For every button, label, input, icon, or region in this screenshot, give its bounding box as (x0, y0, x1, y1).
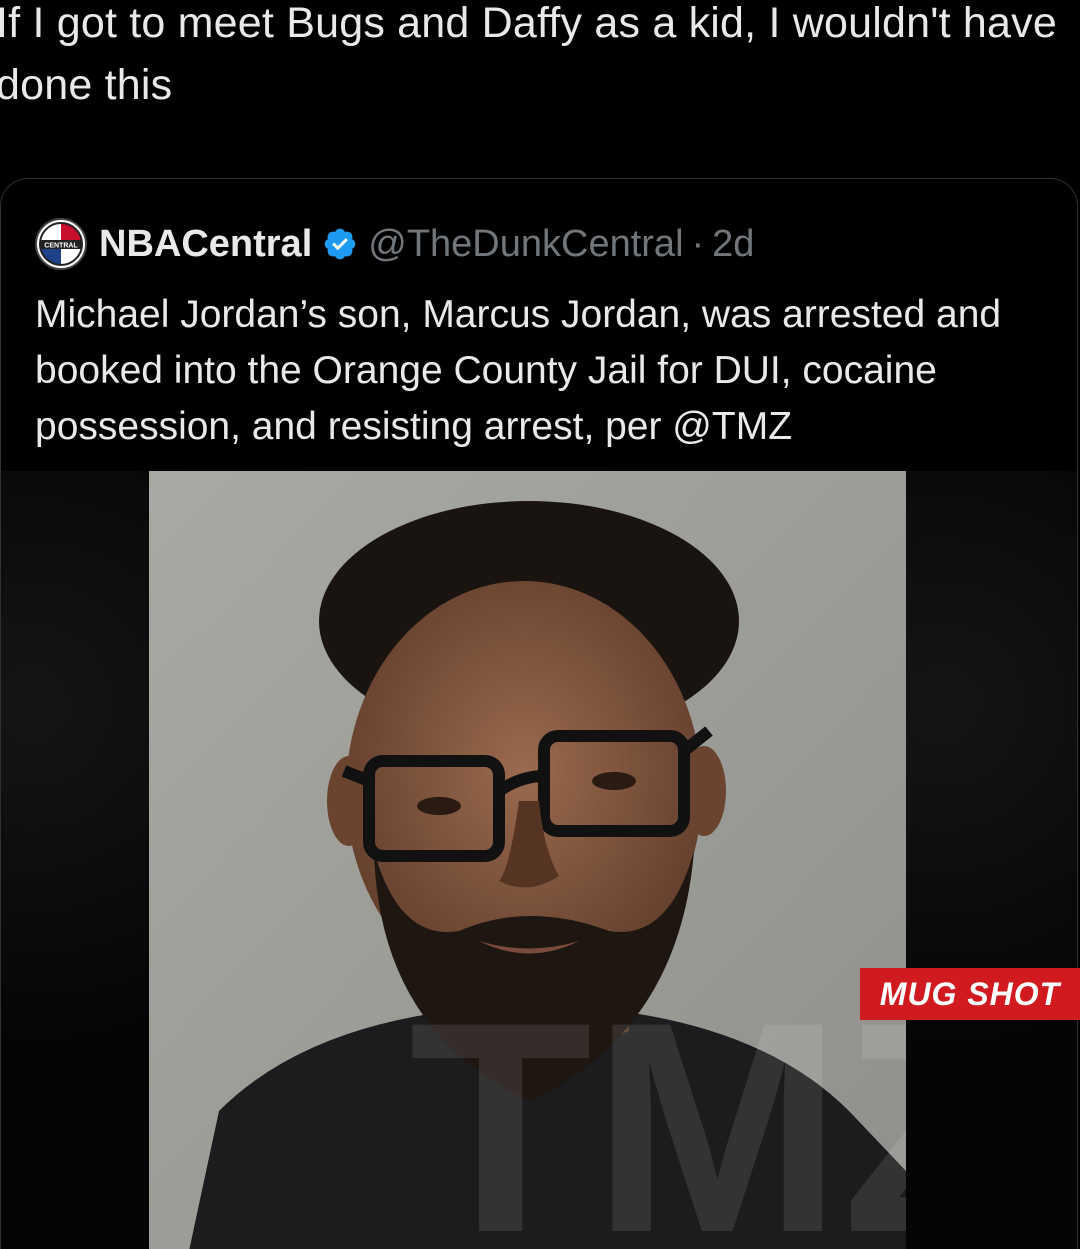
nba-central-avatar[interactable]: CENTRAL (35, 218, 87, 270)
quoted-tweet-header: CENTRAL NBACentral @TheDunkCentral · 2d (35, 218, 754, 270)
media-left-backdrop (1, 471, 149, 1249)
quoted-tweet-media[interactable]: TMZ (1, 471, 1077, 1249)
quoted-display-name[interactable]: NBACentral (99, 223, 312, 266)
tmz-watermark: TMZ (409, 959, 906, 1249)
mug-shot-photo[interactable]: TMZ (149, 471, 906, 1249)
quoted-tweet-card[interactable]: CENTRAL NBACentral @TheDunkCentral · 2d … (0, 178, 1078, 1249)
mug-shot-badge: MUG SHOT (860, 968, 1080, 1020)
quoted-handle[interactable]: @TheDunkCentral (368, 223, 683, 266)
post-text: If I got to meet Bugs and Daffy as a kid… (0, 0, 1057, 109)
svg-text:CENTRAL: CENTRAL (44, 243, 78, 250)
quoted-timestamp[interactable]: 2d (712, 223, 754, 266)
header-separator: · (691, 222, 705, 265)
media-right-backdrop (906, 471, 1077, 1249)
quoted-tweet-text: Michael Jordan’s son, Marcus Jordan, was… (35, 293, 1002, 448)
verified-badge-icon (324, 228, 356, 260)
